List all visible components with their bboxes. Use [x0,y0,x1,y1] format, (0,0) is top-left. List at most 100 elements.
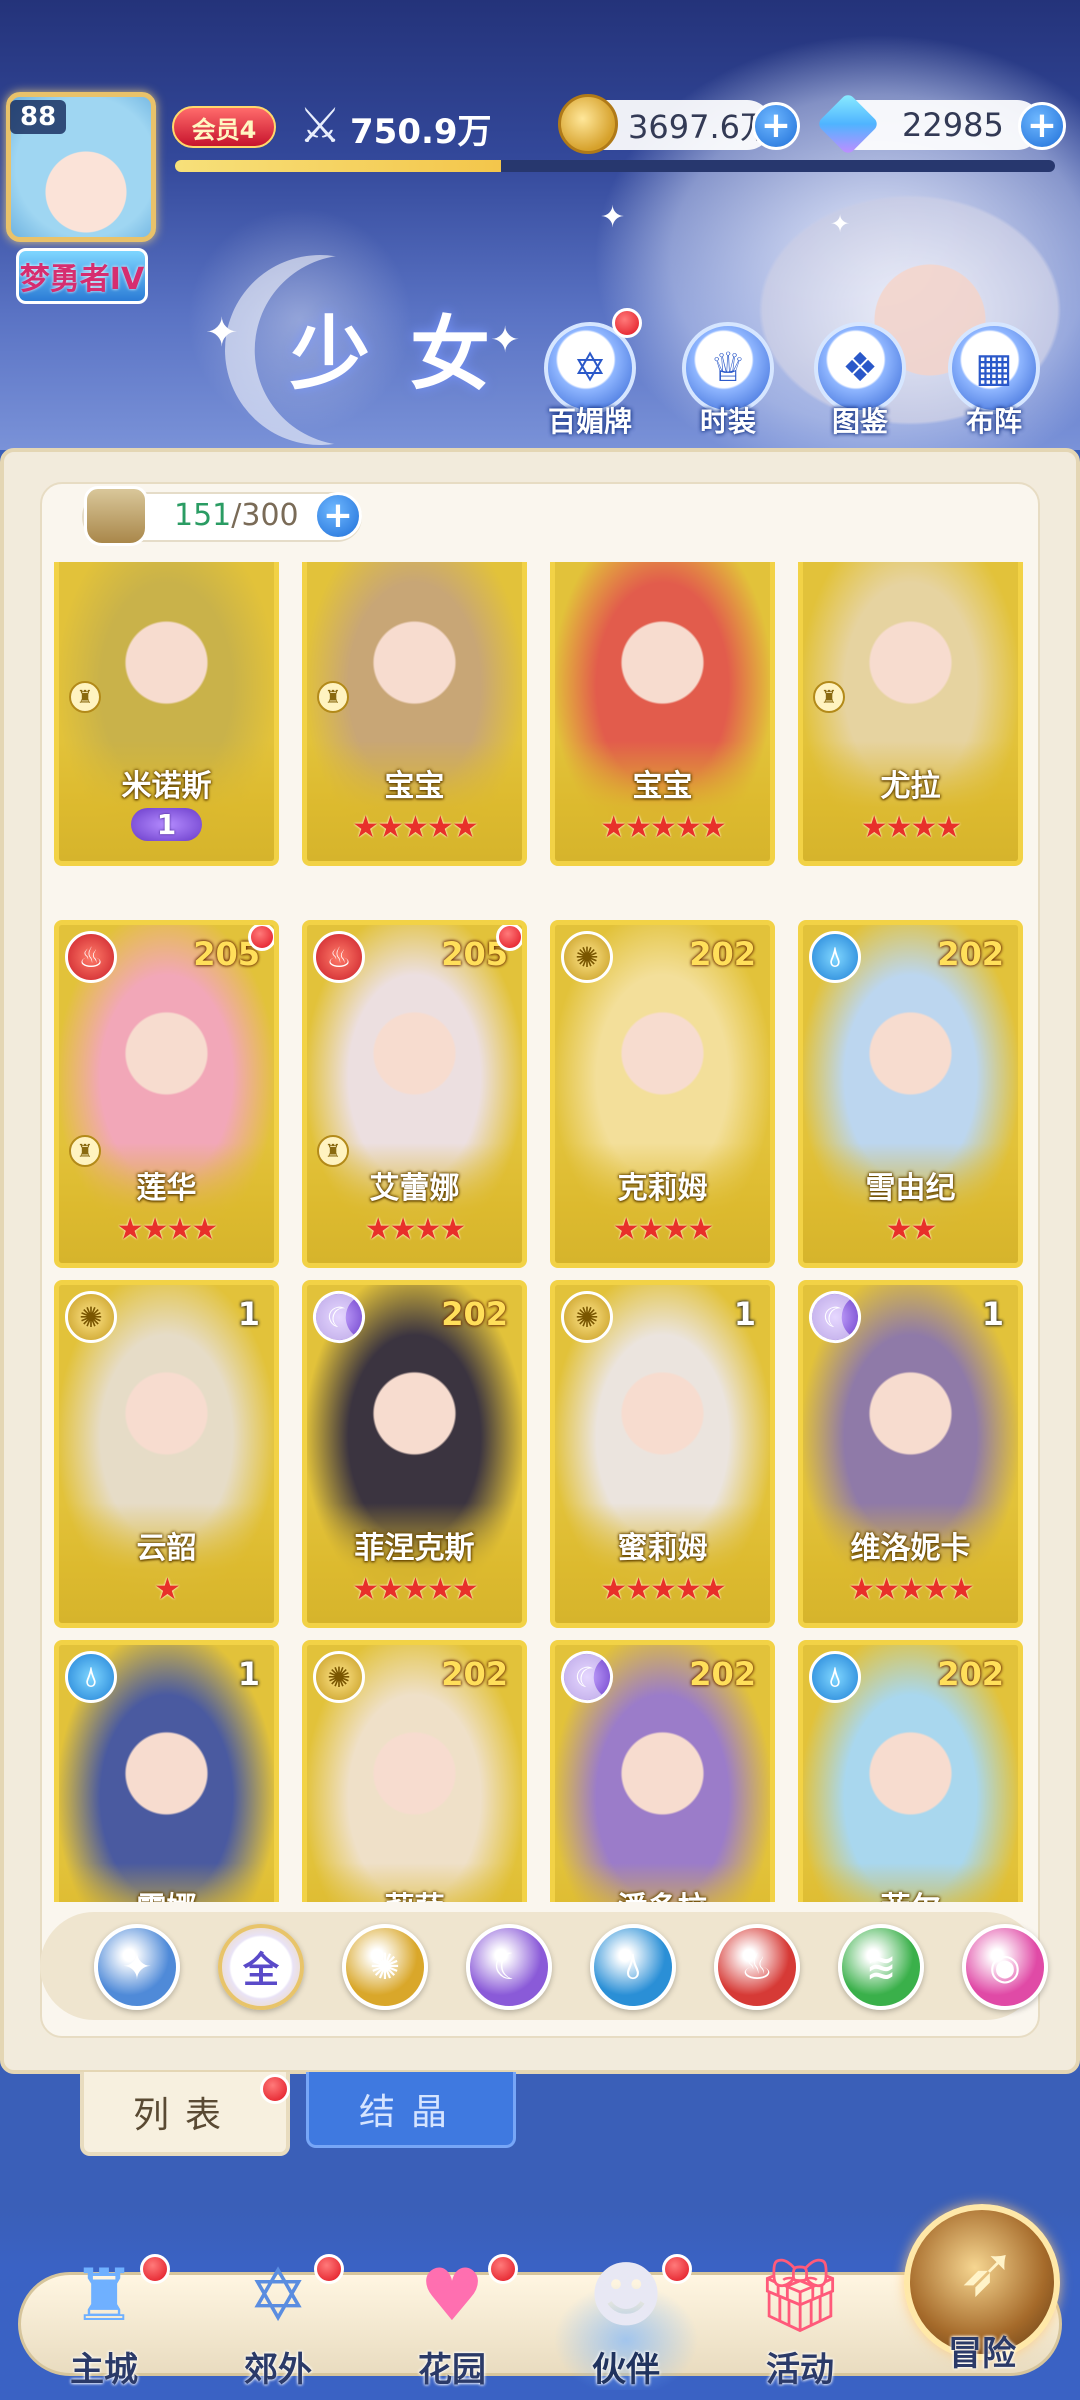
gem-currency: 22985 [816,92,1042,156]
companion-card[interactable]: ✺ 202 克莉姆 ★★★★ [550,920,775,1268]
companion-card[interactable]: 宝宝 ★★★★★ [550,562,775,866]
notification-dot [248,925,274,951]
nav-label: 郊外 [244,2350,312,2390]
lock-icon: ♜ [69,681,101,713]
filter-water-button[interactable]: 💧︎ [590,1924,676,2010]
nav-companion[interactable]: ☻ 伙伴 [546,2230,706,2390]
card-name: 露娜 [59,1883,274,1902]
filter-fire-button[interactable]: ♨ [714,1924,800,2010]
sparkle-icon: ✦ [600,200,626,235]
expand-capacity-button[interactable]: + [314,492,362,540]
card-name: 宝宝 [632,769,693,804]
filter-moon-button[interactable]: ☾ [466,1924,552,2010]
sword-icon: ⚔ [298,98,342,154]
tab-crystal[interactable]: 结晶 [306,2072,516,2148]
notification-dot [488,2254,518,2284]
vip-badge[interactable]: 会员4 [172,106,276,148]
sun-icon: ✺ [369,1946,401,1988]
companion-card[interactable]: ☾ 202 菲涅克斯 ★★★★★ [302,1280,527,1628]
menu-formation-button[interactable]: ▦ 布阵 [944,322,1044,440]
nav-events[interactable]: 🎁︎ 活动 [720,2230,880,2391]
light-element-icon: ✺ [561,1291,613,1343]
water-element-icon: 💧︎ [809,931,861,983]
menu-book-button[interactable]: ❖ 图鉴 [810,322,910,440]
companion-card[interactable]: 💧︎202菲尔★★★ [798,1640,1023,1902]
companion-card[interactable]: ♨ 205 ♜ 艾蕾娜 ★★★★ [302,920,527,1268]
nav-garden[interactable]: ♥ 花园 [372,2230,532,2390]
notification-dot [314,2254,344,2284]
filter-wing-button[interactable]: ✦ [94,1924,180,2010]
gift-icon: 🎁︎ [754,2252,846,2337]
card-stars: ★★★★ [364,1212,467,1247]
card-name: 蜜莉姆 [617,1531,708,1566]
card-stars: ★★★★★ [848,1572,974,1607]
light-element-icon: ✺ [65,1291,117,1343]
lock-icon: ♜ [813,681,845,713]
add-gem-button[interactable]: + [1018,102,1066,150]
water-icon: 💧︎ [625,1946,641,1987]
card-name: 潘多拉 [555,1883,770,1902]
card-level: 202 [937,1655,1004,1693]
compass-icon: ➶ [958,2230,1017,2312]
card-name: 克莉姆 [617,1171,708,1206]
water-element-icon: 💧︎ [65,1651,117,1703]
capacity-separator: / [231,498,242,533]
companion-card[interactable]: ♜ 尤拉 ★★★★ [798,562,1023,866]
menu-label: 布阵 [965,405,1022,438]
gold-currency: 3697.6万 [558,94,772,154]
bag-icon [84,486,148,546]
notification-dot [140,2254,170,2284]
companion-card[interactable]: ✺ 1 蜜莉姆 ★★★★★ [550,1280,775,1628]
nav-label: 主城 [70,2350,138,2390]
card-stars: ★★ [885,1212,938,1247]
gem-value: 22985 [902,106,1004,144]
companion-card[interactable]: 💧︎1露娜★★★★★ [54,1640,279,1902]
companion-card[interactable]: ✺202莉萨★★★★ [302,1640,527,1902]
companion-card-grid: ♜ 米诺斯 1 ♜ 宝宝 ★★★★★ 宝宝 ★★★★★ ♜ 尤拉 ★★★★ ♨ 205 ♜ 莲华 ★★★★ ♨ 2… [40,562,1040,1902]
companion-card[interactable]: ♨ 205 ♜ 莲华 ★★★★ [54,920,279,1268]
companion-card[interactable]: ✺ 1 云韶 ★ [54,1280,279,1628]
menu-outfit-button[interactable]: ♕ 时装 [678,322,778,440]
nav-label: 花园 [418,2350,486,2390]
filter-wind-button[interactable]: ≋ [838,1924,924,2010]
card-level: 202 [937,935,1004,973]
menu-label: 时装 [699,405,756,438]
card-name: 宝宝 [384,769,445,804]
filter-sun-button[interactable]: ✺ [342,1924,428,2010]
nav-outskirts[interactable]: ✡ 郊外 [198,2230,358,2390]
add-gold-button[interactable]: + [752,102,800,150]
fire-icon: ♨ [740,1946,774,1988]
fire-element-icon: ♨ [65,931,117,983]
companion-card[interactable]: 💧︎ 202 雪由纪 ★★ [798,920,1023,1268]
notification-dot [496,925,522,951]
tab-list[interactable]: 列表 [80,2072,290,2156]
sparkle-icon: ✦ [830,210,851,238]
companion-card[interactable]: ♜ 宝宝 ★★★★★ [302,562,527,866]
card-rank-value: 1 [130,808,203,841]
card-name: 云韶 [136,1531,197,1566]
lock-icon: ♜ [317,681,349,713]
card-level: 1 [237,1655,260,1693]
menu-card-button[interactable]: ✡ 百媚牌 [540,308,642,440]
capacity-current: 151 [174,498,232,533]
coin-icon [558,94,618,154]
card-name: 莉萨 [307,1883,522,1902]
light-element-icon: ✺ [313,1651,365,1703]
companion-card[interactable]: ♜ 米诺斯 1 [54,562,279,866]
card-stars: ★★★★ [860,810,963,845]
companion-card[interactable]: ☾ 1 维洛妮卡 ★★★★★ [798,1280,1023,1628]
companion-card[interactable]: ☾202潘多拉★★★ [550,1640,775,1902]
card-level: 202 [441,1295,508,1333]
card-stars: ★★★★ [116,1212,219,1247]
gold-value: 3697.6万 [628,108,772,146]
water-element-icon: 💧︎ [809,1651,861,1703]
card-name: 菲尔 [803,1883,1018,1902]
filter-all-button[interactable]: 全 [218,1924,304,2010]
filter-orb-button[interactable]: ◉ [962,1924,1048,2010]
rank-title-badge[interactable]: 梦勇者IV [16,248,148,304]
nav-main-city[interactable]: ♜ 主城 [24,2230,184,2390]
filter-label: 全 [242,1950,279,1991]
exp-progress-fill [175,160,501,172]
card-level: 1 [733,1295,756,1333]
notification-dot [662,2254,692,2284]
